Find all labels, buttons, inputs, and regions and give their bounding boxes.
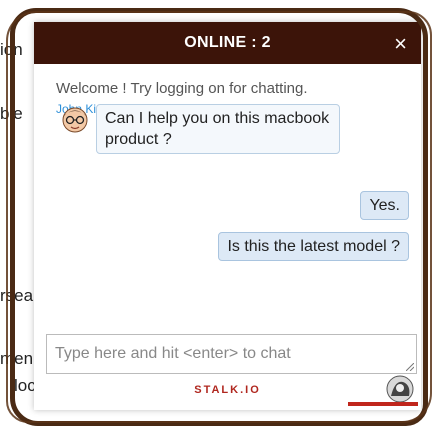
chat-header[interactable]: ONLINE : 2 × — [34, 22, 421, 64]
background-text: men — [0, 349, 34, 368]
user-avatar-icon — [62, 107, 88, 133]
background-text: ion — [0, 40, 23, 59]
agent-avatar-icon — [386, 375, 414, 403]
outgoing-message-bubble: Is this the latest model ? — [218, 232, 409, 261]
welcome-message: Welcome ! Try logging on for chatting. — [56, 80, 308, 97]
brand-label[interactable]: STALK.IO — [34, 384, 421, 396]
chat-widget: ONLINE : 2 × Welcome ! Try logging on fo… — [34, 22, 421, 410]
online-count-title: ONLINE : 2 — [184, 34, 271, 51]
chat-input-box[interactable] — [46, 334, 417, 374]
background-text: rsea — [0, 286, 34, 305]
incoming-message-bubble: Can I help you on this macbook product ? — [96, 104, 340, 154]
background-text: ble — [0, 104, 23, 123]
outgoing-message-bubble: Yes. — [360, 191, 409, 220]
close-icon[interactable]: × — [394, 31, 407, 57]
accent-strip — [348, 402, 418, 406]
resize-handle-icon[interactable] — [406, 363, 414, 371]
chat-input[interactable] — [47, 335, 416, 373]
